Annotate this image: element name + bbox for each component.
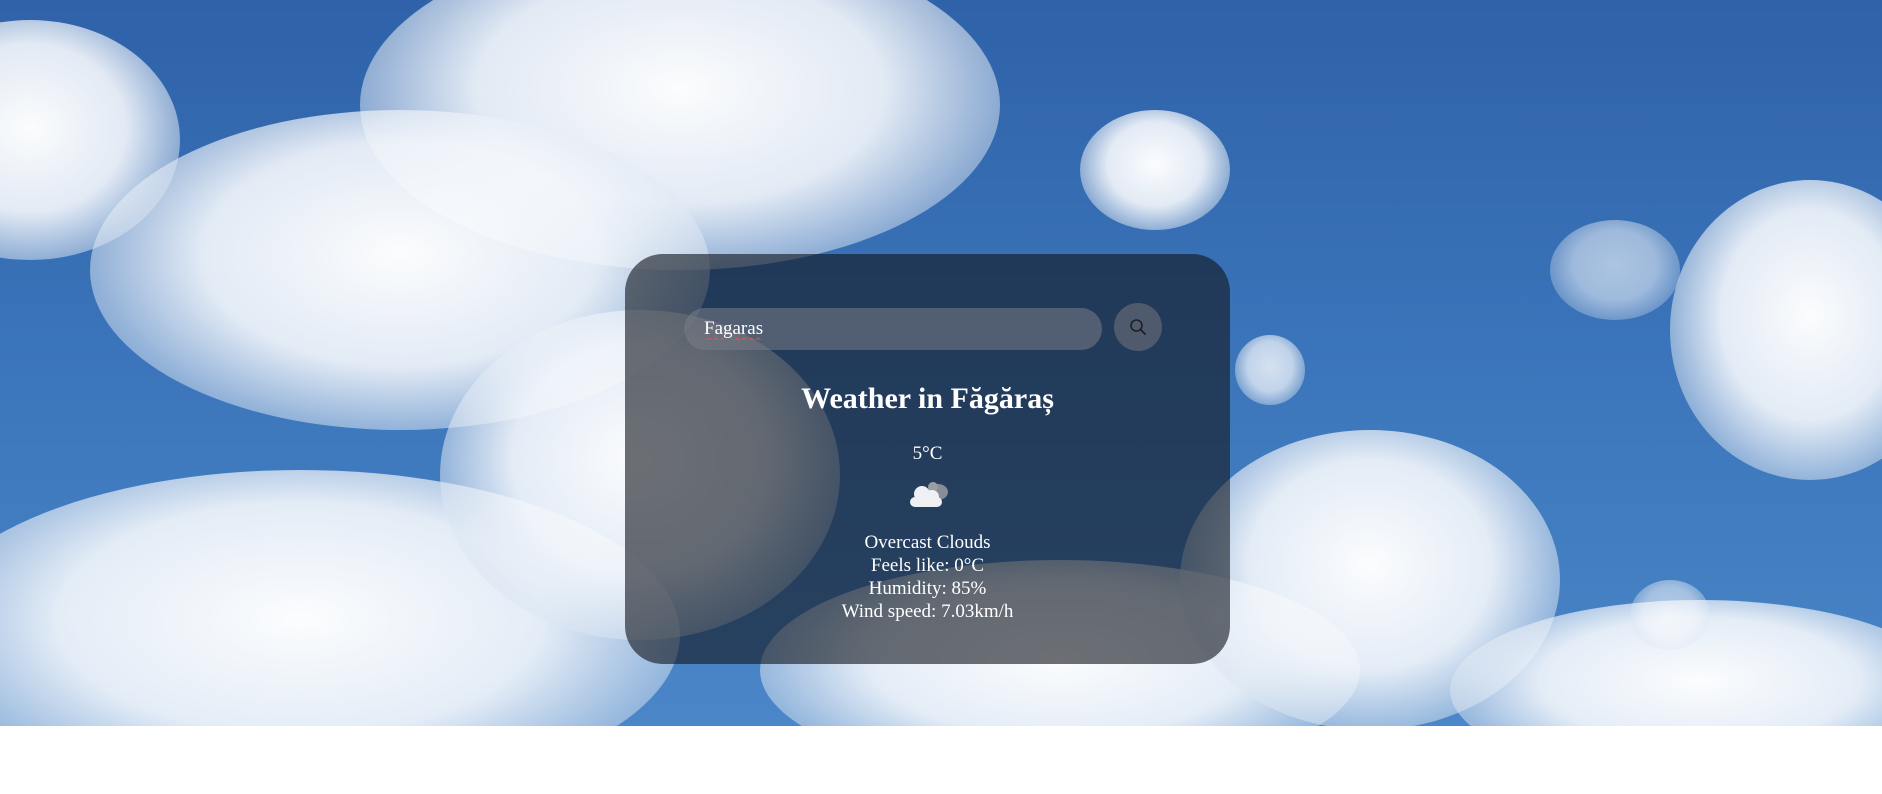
- search-button[interactable]: [1114, 303, 1162, 351]
- weather-description: Overcast Clouds: [864, 532, 991, 553]
- search-input[interactable]: [684, 308, 1102, 350]
- weather-details: Overcast Clouds Feels like: 0°C Humidity…: [625, 531, 1230, 623]
- weather-card: Weather in Făgăraș 5°C Overcast Clouds F…: [625, 254, 1230, 664]
- wind-speed: Wind speed: 7.03km/h: [841, 601, 1014, 622]
- temperature: 5°C: [912, 443, 943, 464]
- search-bar: [684, 308, 1102, 350]
- humidity: Humidity: 85%: [868, 578, 987, 599]
- feels-like: Feels like: 0°C: [870, 555, 985, 576]
- city-title: Weather in Făgăraș: [801, 382, 1054, 415]
- overcast-clouds-icon: [910, 482, 948, 507]
- search-icon: [1130, 319, 1146, 335]
